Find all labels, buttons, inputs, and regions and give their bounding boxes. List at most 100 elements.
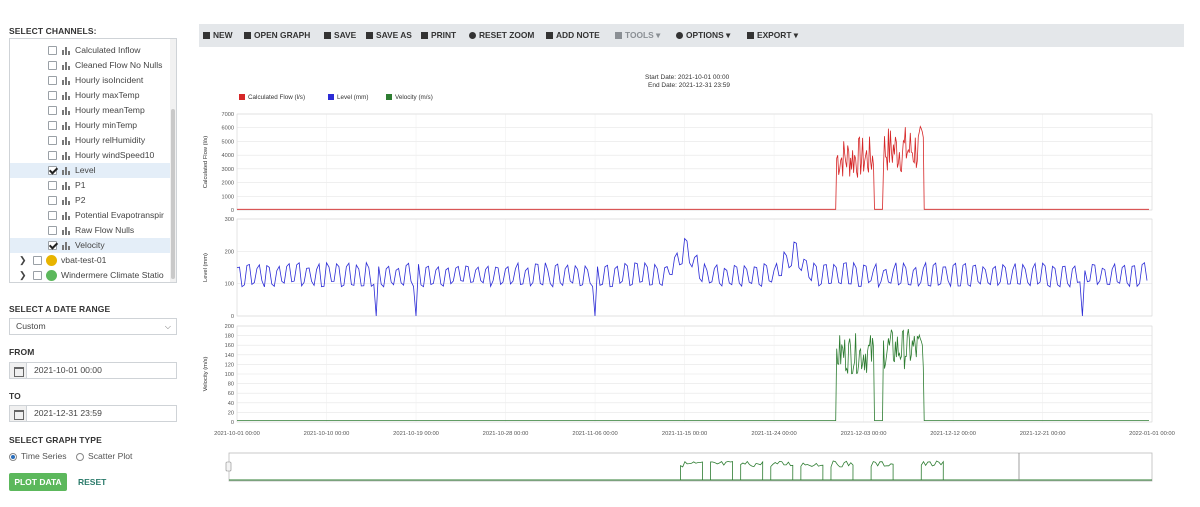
left-panel: SELECT CHANNELS: Calculated Inflow Cleane…: [0, 0, 186, 507]
caret-down-icon: ▾: [793, 30, 798, 40]
calendar-icon[interactable]: [10, 363, 27, 378]
station-checkbox[interactable]: [33, 271, 42, 280]
channel-checkbox[interactable]: [48, 181, 57, 190]
chart-svg[interactable]: 01000200030004000500060007000Calculated …: [199, 60, 1184, 500]
channel-label: P2: [75, 195, 86, 205]
calendar-icon[interactable]: [10, 406, 27, 421]
graph-type-label: SELECT GRAPH TYPE: [9, 435, 102, 445]
channel-row[interactable]: Hourly isoIncident: [10, 73, 171, 88]
tree-scrollbar-thumb[interactable]: [171, 109, 175, 279]
station-row[interactable]: ❯ vbat-test-01: [10, 253, 171, 268]
channel-row[interactable]: Hourly relHumidity: [10, 133, 171, 148]
channel-label: Level: [75, 165, 96, 175]
channel-row[interactable]: Raw Flow Nulls: [10, 223, 171, 238]
open-graph-label: OPEN GRAPH: [254, 30, 311, 40]
add-note-label: ADD NOTE: [556, 30, 600, 40]
caret-down-icon: ▾: [656, 30, 661, 40]
station-label: Windermere Climate Statio: [61, 270, 164, 280]
chart-bars-icon: [62, 136, 71, 145]
channel-row[interactable]: P2: [10, 193, 171, 208]
channel-checkbox[interactable]: [48, 166, 57, 175]
navigator-handle-left[interactable]: [225, 461, 232, 472]
channel-checkbox[interactable]: [48, 136, 57, 145]
series-line: [236, 237, 1148, 317]
channel-checkbox[interactable]: [48, 121, 57, 130]
y-axis-label: Level (mm): [203, 253, 209, 282]
station-row[interactable]: ❯ Windermere Climate Statio: [10, 268, 171, 282]
y-tick-label: 300: [225, 217, 234, 223]
station-icon: [46, 270, 57, 281]
new-button[interactable]: NEW: [203, 24, 233, 47]
tree-scrollbar[interactable]: [170, 39, 176, 282]
chevron-right-icon[interactable]: ❯: [19, 268, 27, 282]
chart-bars-icon: [62, 151, 71, 160]
to-date-field[interactable]: 2021-12-31 23:59: [9, 405, 177, 422]
x-tick-label: 2021-11-15 00:00: [662, 431, 707, 437]
channel-checkbox[interactable]: [48, 106, 57, 115]
station-label: vbat-test-01: [61, 255, 107, 265]
chart-bars-icon: [62, 181, 71, 190]
channel-checkbox[interactable]: [48, 196, 57, 205]
save-button[interactable]: SAVE: [324, 24, 356, 47]
channel-row[interactable]: Hourly maxTemp: [10, 88, 171, 103]
y-axis-label: Velocity (m/s): [203, 357, 209, 392]
channel-checkbox[interactable]: [48, 226, 57, 235]
channel-checkbox[interactable]: [48, 241, 57, 250]
save-as-button[interactable]: SAVE AS: [366, 24, 412, 47]
channel-label: Hourly minTemp: [75, 120, 138, 130]
chevron-right-icon[interactable]: ❯: [19, 253, 27, 268]
save-icon: [324, 32, 331, 39]
y-axis-label: Calculated Flow (l/s): [203, 136, 209, 189]
channel-row[interactable]: Level: [10, 163, 171, 178]
channel-row[interactable]: P1: [10, 178, 171, 193]
add-note-button[interactable]: ADD NOTE: [546, 24, 600, 47]
plot-data-button[interactable]: PLOT DATA: [9, 473, 67, 491]
series-line: [237, 328, 1149, 421]
channel-row[interactable]: Cleaned Flow No Nulls: [10, 58, 171, 73]
print-icon: [421, 32, 428, 39]
scatter-plot-radio[interactable]: [76, 453, 84, 461]
channel-label: P1: [75, 180, 86, 190]
from-date-field[interactable]: 2021-10-01 00:00: [9, 362, 177, 379]
channel-checkbox[interactable]: [48, 61, 57, 70]
caret-down-icon: ▾: [726, 30, 731, 40]
station-icon: [46, 255, 57, 266]
channel-row[interactable]: Calculated Inflow: [10, 43, 171, 58]
channel-tree[interactable]: Calculated Inflow Cleaned Flow No Nulls Ho…: [9, 38, 177, 283]
channel-row[interactable]: Hourly windSpeed10: [10, 148, 171, 163]
time-series-radio[interactable]: [9, 453, 17, 461]
y-tick-label: 3000: [222, 167, 234, 173]
channel-label: Hourly isoIncident: [75, 75, 144, 85]
channel-checkbox[interactable]: [48, 76, 57, 85]
folder-icon: [244, 32, 251, 39]
export-menu[interactable]: EXPORT ▾: [747, 24, 798, 47]
station-checkbox[interactable]: [33, 256, 42, 265]
time-series-label: Time Series: [21, 451, 67, 461]
channel-row[interactable]: Hourly minTemp: [10, 118, 171, 133]
chart-bars-icon: [62, 61, 71, 70]
panel-frame: [236, 113, 1153, 211]
tools-menu[interactable]: TOOLS ▾: [615, 24, 660, 47]
chart-area[interactable]: Start Date: 2021-10-01 00:00 End Date: 2…: [199, 60, 1184, 500]
channel-row[interactable]: Hourly meanTemp: [10, 103, 171, 118]
options-label: OPTIONS: [686, 30, 724, 40]
date-range-select[interactable]: Custom ⌵: [9, 318, 177, 335]
channel-checkbox[interactable]: [48, 46, 57, 55]
channel-checkbox[interactable]: [48, 211, 57, 220]
y-tick-label: 200: [225, 324, 234, 330]
download-icon: [747, 32, 754, 39]
channel-label: Cleaned Flow No Nulls: [75, 60, 163, 70]
channel-label: Calculated Inflow: [75, 45, 141, 55]
channel-row[interactable]: Velocity: [10, 238, 171, 253]
reset-zoom-button[interactable]: RESET ZOOM: [469, 24, 534, 47]
chart-bars-icon: [62, 166, 71, 175]
gear-icon: [676, 32, 683, 39]
options-menu[interactable]: OPTIONS ▾: [676, 24, 730, 47]
channel-row[interactable]: Potential Evapotranspir: [10, 208, 171, 223]
channel-checkbox[interactable]: [48, 91, 57, 100]
print-button[interactable]: PRINT: [421, 24, 456, 47]
open-graph-button[interactable]: OPEN GRAPH: [244, 24, 310, 47]
channel-checkbox[interactable]: [48, 151, 57, 160]
y-tick-label: 20: [228, 410, 234, 416]
reset-button[interactable]: RESET: [78, 473, 106, 491]
